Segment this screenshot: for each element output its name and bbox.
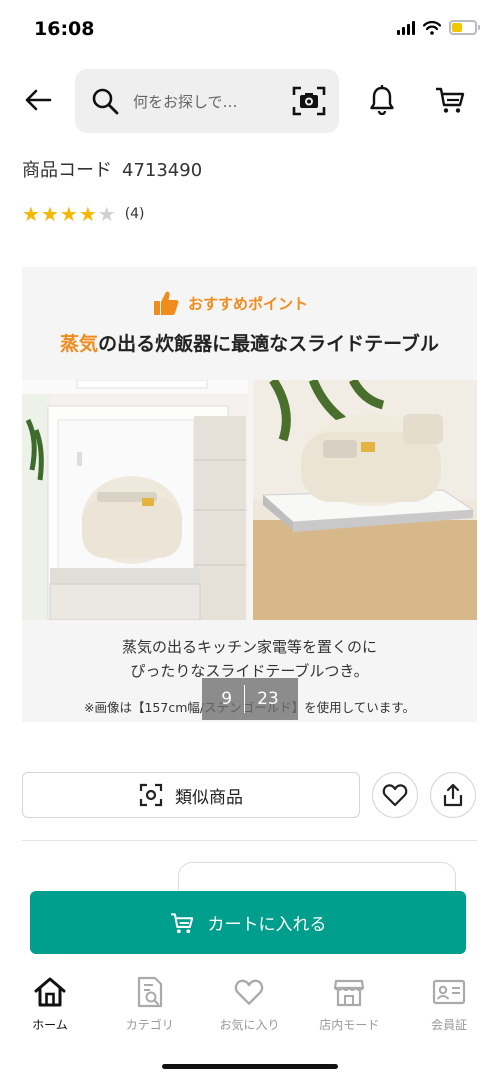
- tab-home[interactable]: ホーム: [0, 972, 100, 1042]
- star-icon: ★: [40, 202, 59, 226]
- thumbs-up-icon: [154, 291, 179, 315]
- status-time: 16:08: [34, 18, 95, 40]
- product-code-label: 商品コード: [22, 160, 112, 181]
- tab-label: 会員証: [431, 1018, 468, 1032]
- product-photo-cabinet: [22, 380, 248, 620]
- tab-label: カテゴリ: [125, 1018, 174, 1032]
- similar-products-button[interactable]: 類似商品: [22, 772, 360, 818]
- status-bar: 16:08: [0, 0, 499, 60]
- review-count[interactable]: (4): [125, 206, 145, 222]
- cart-icon: [170, 912, 193, 933]
- back-button[interactable]: [20, 82, 56, 118]
- wifi-icon: [423, 20, 441, 35]
- star-icon: ★: [59, 202, 78, 226]
- recommend-badge-text: おすすめポイント: [188, 294, 309, 313]
- bottom-tab-bar: ホーム カテゴリ お気に入り 店内モード 会員証: [0, 972, 499, 1042]
- back-arrow-icon: [25, 89, 52, 111]
- product-photo-slide-table: [253, 380, 477, 620]
- tab-label: お気に入り: [219, 1018, 280, 1032]
- add-to-cart-label: カートに入れる: [207, 915, 327, 935]
- heart-icon: [235, 979, 264, 1005]
- member-card-icon: [432, 979, 466, 1005]
- favorite-button[interactable]: [372, 772, 418, 818]
- category-icon: [137, 976, 162, 1008]
- image-page-indicator: 9 23: [202, 678, 298, 720]
- star-icon: ★: [78, 202, 97, 226]
- tab-label: 店内モード: [319, 1018, 380, 1032]
- search-bar[interactable]: 何をお探しで…: [75, 69, 339, 133]
- hero-title-rest: の出る炊飯器に最適なスライドテーブル: [98, 333, 439, 355]
- status-icons: [397, 20, 480, 35]
- share-icon: [443, 783, 463, 807]
- camera-search-icon: [292, 86, 326, 116]
- tab-category[interactable]: カテゴリ: [100, 972, 200, 1042]
- battery-icon: [449, 20, 480, 35]
- rating[interactable]: ★ ★ ★ ★ ★ (4): [22, 204, 145, 224]
- slide-table-photo-illustration: [253, 380, 477, 620]
- store-icon: [334, 979, 365, 1007]
- image-page-separator: [244, 685, 246, 713]
- home-indicator: [162, 1064, 338, 1069]
- hero-caption-line: 蒸気の出るキッチン家電等を置くのに: [121, 638, 377, 656]
- cart-icon: [436, 87, 465, 113]
- tab-store-mode[interactable]: 店内モード: [299, 972, 399, 1042]
- tab-member-card[interactable]: 会員証: [399, 972, 499, 1042]
- bell-icon: [370, 85, 394, 115]
- cabinet-photo-illustration: [22, 380, 248, 620]
- notification-button[interactable]: [364, 82, 400, 118]
- star-icon: ★: [22, 202, 40, 226]
- share-button[interactable]: [430, 772, 476, 818]
- home-icon: [34, 977, 66, 1007]
- image-page-current: 9: [221, 689, 233, 709]
- image-page-total: 23: [257, 689, 279, 709]
- camera-search-button[interactable]: [291, 83, 327, 119]
- add-to-cart-button[interactable]: カートに入れる: [30, 891, 466, 954]
- section-divider: [22, 840, 477, 841]
- hero-title: 蒸気の出る炊飯器に最適なスライドテーブル: [22, 329, 477, 356]
- hero-title-accent: 蒸気: [60, 333, 99, 355]
- cart-button[interactable]: [432, 82, 468, 118]
- star-empty-icon: ★: [97, 202, 116, 226]
- battery-fill: [452, 23, 462, 32]
- product-image-carousel[interactable]: おすすめポイント 蒸気の出る炊飯器に最適なスライドテーブル 蒸気の出るキッチン家…: [22, 267, 477, 722]
- heart-icon: [382, 784, 408, 807]
- search-input[interactable]: 何をお探しで…: [133, 91, 263, 112]
- tab-label: ホーム: [32, 1018, 68, 1032]
- product-code: 商品コード 4713490: [22, 156, 202, 182]
- similar-products-label: 類似商品: [175, 787, 243, 808]
- signal-icon: [397, 20, 415, 35]
- recommend-badge: おすすめポイント: [152, 289, 308, 317]
- search-icon: [92, 88, 119, 115]
- hero-caption: 蒸気の出るキッチン家電等を置くのに ぴったりなスライドテーブルつき。: [22, 635, 477, 683]
- top-nav: 何をお探しで…: [0, 68, 499, 134]
- tab-favorites[interactable]: お気に入り: [200, 972, 300, 1042]
- product-code-value: 4713490: [122, 160, 203, 181]
- similar-search-icon: [139, 783, 163, 807]
